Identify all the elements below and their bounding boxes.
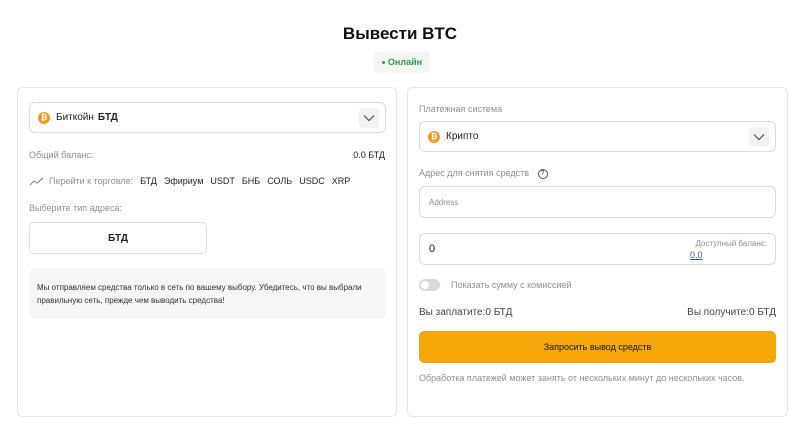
balance-label: Общий баланс: bbox=[29, 150, 94, 160]
chevron-down-icon[interactable] bbox=[749, 127, 769, 147]
currency-select[interactable]: ₿ Биткойн БТД bbox=[29, 102, 386, 133]
trade-link-btd[interactable]: БТД bbox=[140, 176, 157, 186]
trade-label: Перейти к торговле: bbox=[49, 176, 134, 186]
you-pay-text: Вы заплатите:0 БТД bbox=[419, 307, 513, 318]
trade-links: Перейти к торговле: БТД Эфириум USDT БНБ… bbox=[29, 176, 350, 186]
fee-toggle-label: Показать сумму с комиссией bbox=[451, 280, 572, 290]
chevron-down-icon[interactable] bbox=[359, 108, 379, 128]
crypto-coin-icon: ₿ bbox=[428, 130, 440, 143]
trend-up-icon bbox=[29, 177, 44, 185]
trade-link-eth[interactable]: Эфириум bbox=[164, 176, 204, 186]
payment-system-select[interactable]: ₿ Крипто bbox=[419, 121, 776, 152]
status-dot-icon bbox=[381, 60, 385, 64]
withdraw-panel: Платежная система ₿ Крипто Адрес для сня… bbox=[407, 87, 788, 417]
trade-link-usdc[interactable]: USDC bbox=[299, 176, 325, 186]
processing-note: Обработка платежей может занять от неско… bbox=[419, 373, 745, 383]
status-label: Онлайн bbox=[387, 57, 423, 67]
fee-toggle[interactable] bbox=[419, 279, 440, 291]
currency-ticker: БТД bbox=[97, 112, 118, 123]
address-type-button[interactable]: БТД bbox=[29, 222, 207, 254]
amount-value: 0 bbox=[429, 243, 436, 255]
trade-link-xrp[interactable]: XRP bbox=[332, 176, 351, 186]
amount-input[interactable]: 0 Доступный баланс: 0.0 bbox=[419, 233, 776, 265]
available-balance-label: Доступный баланс: bbox=[695, 239, 767, 248]
trade-link-usdt[interactable]: USDT bbox=[210, 176, 235, 186]
trade-link-bnb[interactable]: БНБ bbox=[242, 176, 260, 186]
available-balance-value[interactable]: 0.0 bbox=[690, 250, 703, 260]
status-badge: Онлайн bbox=[374, 51, 430, 73]
address-label: Адрес для снятия средств bbox=[419, 168, 529, 178]
trade-link-sol[interactable]: СОЛЬ bbox=[267, 176, 292, 186]
bitcoin-coin-icon: ₿ bbox=[38, 111, 50, 124]
you-receive-text: Вы получите:0 БТД bbox=[687, 307, 776, 318]
payment-system-label: Платежная система bbox=[419, 104, 503, 114]
currency-panel: ₿ Биткойн БТД Общий баланс: 0.0 БТД Пере… bbox=[17, 87, 397, 417]
address-label-row: Адрес для снятия средств ? bbox=[419, 168, 548, 179]
currency-name: Биткойн bbox=[56, 112, 94, 123]
address-input[interactable]: Address bbox=[419, 186, 776, 218]
request-withdrawal-button[interactable]: Запросить вывод средств bbox=[419, 331, 776, 363]
help-icon[interactable]: ? bbox=[537, 168, 548, 179]
address-type-label: Выберите тип адреса: bbox=[29, 203, 122, 213]
address-placeholder: Address bbox=[429, 198, 459, 207]
payment-system-value: Крипто bbox=[446, 131, 479, 142]
balance-value: 0.0 БТД bbox=[353, 150, 385, 160]
network-notice: Мы отправляем средства только в сеть по … bbox=[29, 268, 386, 319]
toggle-knob bbox=[421, 281, 429, 289]
page-title: Вывести BTC bbox=[342, 24, 458, 43]
